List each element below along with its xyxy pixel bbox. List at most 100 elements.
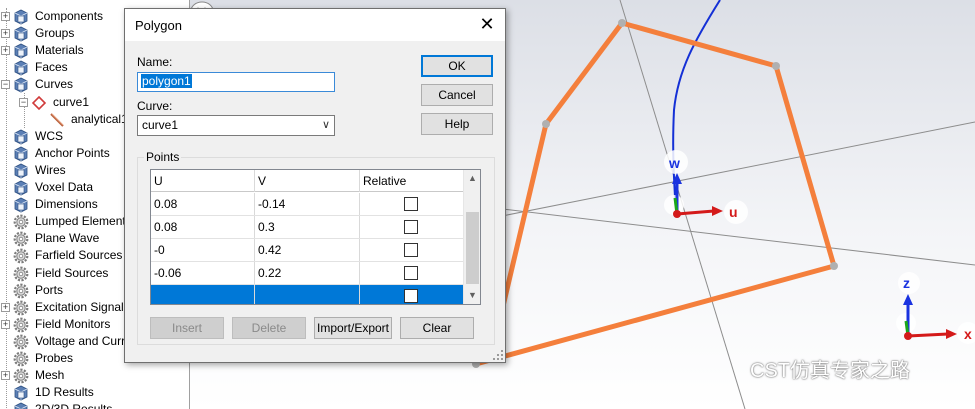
cell-u[interactable]: -0.06 xyxy=(151,262,255,284)
relative-checkbox[interactable] xyxy=(404,266,418,280)
cell-v[interactable] xyxy=(255,285,360,304)
scroll-up-icon[interactable]: ▲ xyxy=(464,170,480,187)
tree-item[interactable]: 2D/3D Results xyxy=(0,401,189,409)
cell-u[interactable]: -0 xyxy=(151,239,255,261)
z-axis-label: z xyxy=(903,275,910,291)
table-scrollbar[interactable]: ▲ ▼ xyxy=(463,170,480,304)
analytical-curve-icon xyxy=(49,112,65,128)
scroll-down-icon[interactable]: ▼ xyxy=(464,287,480,304)
cell-relative xyxy=(360,262,463,284)
u-axis-label: u xyxy=(729,204,738,220)
dialog-titlebar[interactable]: Polygon ✕ xyxy=(125,9,505,41)
polygon-vertex[interactable] xyxy=(830,262,838,270)
tree-item-label: Field Sources xyxy=(35,265,109,280)
polygon-vertex[interactable] xyxy=(542,120,550,128)
tree-item-label: Field Monitors xyxy=(35,316,111,331)
table-header: U V Relative xyxy=(151,170,463,192)
tree-item-label: 1D Results xyxy=(35,385,94,400)
gear-icon xyxy=(13,300,29,316)
tree-item-label: Excitation Signals xyxy=(35,299,130,314)
component-folder-icon xyxy=(13,43,29,59)
cell-v[interactable]: 0.42 xyxy=(255,239,360,261)
table-row[interactable]: -0.06 0.22 xyxy=(151,262,463,285)
close-icon[interactable]: ✕ xyxy=(475,13,499,37)
gear-icon xyxy=(13,317,29,333)
clear-button[interactable]: Clear xyxy=(400,317,474,339)
expand-icon[interactable]: + xyxy=(1,319,10,329)
component-folder-icon xyxy=(13,129,29,145)
ok-button[interactable]: OK xyxy=(421,55,493,77)
tree-item-label: WCS xyxy=(35,128,63,143)
w-axis-label: w xyxy=(668,155,680,171)
scroll-thumb[interactable] xyxy=(466,212,479,284)
dialog-title: Polygon xyxy=(135,18,182,33)
name-input[interactable]: polygon1 xyxy=(137,72,335,92)
expand-icon[interactable]: + xyxy=(1,302,10,312)
column-header-v[interactable]: V xyxy=(255,170,360,192)
tree-item-label: Ports xyxy=(35,282,64,297)
x-axis-label: x xyxy=(964,326,972,342)
relative-checkbox[interactable] xyxy=(404,220,418,234)
tree-item[interactable]: + Mesh xyxy=(0,367,189,384)
expand-icon[interactable]: + xyxy=(1,12,10,21)
cell-u[interactable]: 0.08 xyxy=(151,216,255,238)
relative-checkbox[interactable] xyxy=(404,197,418,211)
tree-item-label: Faces xyxy=(35,60,68,75)
cell-v[interactable]: 0.3 xyxy=(255,216,360,238)
curve-label: Curve: xyxy=(137,99,173,113)
cell-u[interactable]: 0.08 xyxy=(151,193,255,215)
tree-item-label: Dimensions xyxy=(35,197,98,212)
tree-item[interactable]: 1D Results xyxy=(0,384,189,401)
component-folder-icon xyxy=(13,146,29,162)
expand-icon[interactable]: + xyxy=(1,29,10,39)
table-row[interactable]: -0 0.42 xyxy=(151,239,463,262)
component-folder-icon xyxy=(13,197,29,213)
component-folder-icon xyxy=(13,77,29,93)
tree-item-label: Wires xyxy=(35,162,66,177)
delete-button[interactable]: Delete xyxy=(232,317,306,339)
polygon-vertex[interactable] xyxy=(618,19,626,27)
gear-icon xyxy=(13,248,29,264)
tree-item-label: Plane Wave xyxy=(35,231,100,246)
component-folder-icon xyxy=(13,9,29,25)
relative-checkbox[interactable] xyxy=(404,243,418,257)
cell-v[interactable]: -0.14 xyxy=(255,193,360,215)
gear-icon xyxy=(13,266,29,282)
import-export-button[interactable]: Import/Export xyxy=(314,317,392,339)
table-row[interactable]: 0.08 -0.14 xyxy=(151,193,463,216)
relative-checkbox[interactable] xyxy=(404,289,418,303)
column-header-u[interactable]: U xyxy=(151,170,255,192)
component-folder-icon xyxy=(13,60,29,76)
polygon-dialog: Polygon ✕ Name: polygon1 Curve: curve1 ∨… xyxy=(124,8,506,363)
points-table[interactable]: U V Relative 0.08 -0.14 0.08 0.3 -0 0.42 -0.06… xyxy=(150,169,481,305)
expand-icon[interactable]: + xyxy=(1,371,10,381)
cancel-button[interactable]: Cancel xyxy=(421,84,493,106)
gear-icon xyxy=(13,231,29,247)
cell-relative xyxy=(360,193,463,215)
table-row[interactable]: 0.08 0.3 xyxy=(151,216,463,239)
insert-button[interactable]: Insert xyxy=(150,317,224,339)
cell-v[interactable]: 0.22 xyxy=(255,262,360,284)
tree-item-label: curve1 xyxy=(53,94,90,109)
tree-item-label: Anchor Points xyxy=(35,145,110,160)
collapse-icon[interactable]: − xyxy=(19,97,28,107)
polygon-vertex[interactable] xyxy=(772,62,780,70)
collapse-icon[interactable]: − xyxy=(1,80,10,90)
table-row[interactable] xyxy=(151,285,463,304)
cell-u[interactable] xyxy=(151,285,255,304)
name-label: Name: xyxy=(137,55,173,69)
curve-select[interactable]: curve1 ∨ xyxy=(137,115,335,136)
tree-item-label: Mesh xyxy=(35,368,65,383)
resize-grip-icon[interactable] xyxy=(492,349,504,361)
component-folder-icon xyxy=(13,26,29,42)
expand-icon[interactable]: + xyxy=(1,46,10,56)
watermark-text: CST仿真专家之路 xyxy=(750,360,910,382)
polygon-curve xyxy=(474,20,837,367)
tree-item-label: Lumped Elements xyxy=(35,214,132,229)
column-header-relative[interactable]: Relative xyxy=(360,170,463,192)
chevron-down-icon: ∨ xyxy=(321,119,330,131)
component-folder-icon xyxy=(13,402,29,409)
gear-icon xyxy=(13,368,29,384)
tree-item-label: Components xyxy=(35,9,104,23)
help-button[interactable]: Help xyxy=(421,113,493,135)
